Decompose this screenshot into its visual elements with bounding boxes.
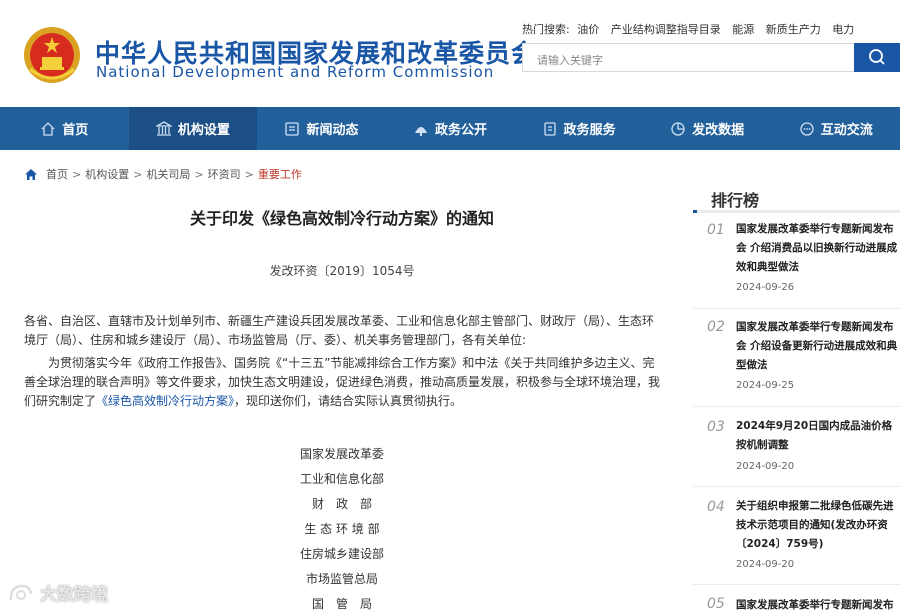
home-icon — [41, 121, 55, 136]
hot-search: 热门搜索: 油价 产业结构调整指导目录 能源 新质生产力 电力 — [522, 21, 862, 37]
attachment-link[interactable]: 《绿色高效制冷行动方案》 — [96, 394, 234, 408]
ranking-title: 排行榜 — [711, 191, 760, 210]
breadcrumb-link[interactable]: 环资司 — [208, 166, 241, 182]
ranking-item-date: 2024-09-20 — [736, 559, 795, 570]
breadcrumb-link[interactable]: 机关司局 — [146, 166, 190, 182]
nav-label: 首页 — [62, 123, 89, 138]
nav-label: 发改数据 — [692, 123, 745, 138]
main-nav: 首页 机构设置 新闻动态 政务公开 政务服务 发改数据 互动交流 — [0, 107, 900, 150]
search-input[interactable]: 请输入关键字 — [522, 43, 855, 72]
nav-item-news[interactable]: 新闻动态 — [257, 107, 386, 150]
home-icon[interactable] — [24, 168, 38, 181]
nav-item-data[interactable]: 发改数据 — [643, 107, 772, 150]
signer: 工业和信息化部 — [299, 472, 384, 486]
ranking-accent — [693, 210, 697, 213]
ranking-item-date: 2024-09-26 — [736, 282, 795, 293]
signer: 国家发展改革委 — [299, 447, 384, 461]
breadcrumb: 首页 > 机构设置 > 机关司局 > 环资司 > 重要工作 — [24, 166, 302, 182]
hot-keyword[interactable]: 新质生产力 — [766, 23, 821, 36]
breadcrumb-separator: > — [194, 167, 204, 181]
ranking-item-date: 2024-09-25 — [736, 380, 795, 391]
article-recipients: 各省、自治区、直辖市及计划单列市、新疆生产建设兵团发展改革委、工业和信息化部主管… — [24, 314, 655, 347]
service-icon — [543, 121, 556, 136]
site-title-en[interactable]: National Development and Reform Commissi… — [96, 63, 494, 81]
national-emblem-icon[interactable] — [22, 25, 82, 85]
nav-item-chat[interactable]: 互动交流 — [771, 107, 900, 150]
ranking-number: 05 — [707, 596, 725, 610]
ranking-item[interactable]: 05 国家发展改革委举行专题新闻发布 — [693, 585, 900, 610]
watermark-logo-icon — [9, 584, 33, 600]
article-title: 关于印发《绿色高效制冷行动方案》的通知 — [189, 209, 494, 228]
breadcrumb-current[interactable]: 重要工作 — [258, 166, 302, 182]
data-icon — [671, 121, 685, 136]
nav-label: 政务公开 — [435, 123, 488, 138]
hot-search-label: 热门搜索: — [522, 23, 570, 36]
nav-label: 新闻动态 — [306, 123, 359, 138]
signer: 国 管 局 — [311, 597, 372, 610]
ranking-item-title[interactable]: 国家发展改革委举行专题新闻发布会 介绍消费品以旧换新行动进展成效和典型做法 — [736, 220, 898, 277]
ranking-number: 02 — [707, 319, 725, 335]
site-header: 中华人民共和国国家发展和改革委员会 National Development a… — [0, 0, 900, 107]
public-affairs-icon — [415, 126, 428, 136]
institution-icon — [155, 120, 172, 136]
ranking-item[interactable]: 04 关于组织申报第二批绿色低碳先进技术示范项目的通知(发改办环资〔2024〕7… — [693, 487, 900, 585]
watermark: 大数跨境 — [8, 580, 108, 605]
ranking-number: 04 — [707, 499, 725, 515]
signer: 财 政 部 — [311, 497, 372, 511]
ranking-item-date: 2024-09-20 — [736, 461, 795, 472]
breadcrumb-link[interactable]: 机构设置 — [85, 166, 129, 182]
breadcrumb-link[interactable]: 首页 — [46, 166, 68, 182]
nav-label: 政务服务 — [563, 123, 616, 138]
nav-item-public-affairs[interactable]: 政务公开 — [386, 107, 515, 150]
ranking-item[interactable]: 01 国家发展改革委举行专题新闻发布会 介绍消费品以旧换新行动进展成效和典型做法… — [693, 214, 900, 309]
ranking-item-title[interactable]: 国家发展改革委举行专题新闻发布会 介绍设备更新行动进展成效和典型做法 — [736, 318, 898, 375]
watermark-text: 大数跨境 — [40, 585, 108, 605]
ranking-item-title[interactable]: 2024年9月20日国内成品油价格按机制调整 — [736, 417, 898, 455]
signers-list: 国家发展改革委 工业和信息化部 财 政 部 生 态 环 境 部 住房城乡建设部 … — [24, 442, 660, 610]
body-text: ，现印送你们，请结合实际认真贯彻执行。 — [234, 394, 463, 408]
hot-keyword[interactable]: 产业结构调整指导目录 — [611, 23, 721, 36]
hot-keyword[interactable]: 能源 — [732, 23, 754, 36]
signer: 生 态 环 境 部 — [304, 522, 380, 536]
document-number: 发改环资〔2019〕1054号 — [269, 264, 415, 278]
ranking-number: 01 — [707, 222, 725, 238]
nav-item-institution[interactable]: 机构设置 — [128, 107, 258, 150]
nav-item-service[interactable]: 政务服务 — [514, 107, 643, 150]
nav-label: 互动交流 — [820, 123, 873, 138]
news-icon — [285, 121, 300, 136]
hot-keyword[interactable]: 油价 — [577, 23, 599, 36]
ranking-item-title[interactable]: 关于组织申报第二批绿色低碳先进技术示范项目的通知(发改办环资〔2024〕759号… — [736, 497, 898, 554]
article-body: 为贯彻落实今年《政府工作报告》、国务院《“十三五”节能减排综合工作方案》和中法《… — [24, 354, 664, 411]
chat-icon — [800, 121, 814, 136]
breadcrumb-separator: > — [244, 167, 254, 181]
ranking-item[interactable]: 02 国家发展改革委举行专题新闻发布会 介绍设备更新行动进展成效和典型做法 20… — [693, 309, 900, 407]
signer: 市场监管总局 — [305, 572, 378, 586]
ranking-item-title[interactable]: 国家发展改革委举行专题新闻发布 — [736, 596, 898, 610]
ranking-item[interactable]: 03 2024年9月20日国内成品油价格按机制调整 2024-09-20 — [693, 407, 900, 487]
ranking-number: 03 — [707, 419, 725, 435]
breadcrumb-separator: > — [133, 167, 143, 181]
nav-item-home[interactable]: 首页 — [0, 107, 129, 150]
search-icon — [869, 49, 885, 65]
search-button[interactable] — [854, 43, 900, 72]
signer: 住房城乡建设部 — [299, 547, 384, 561]
nav-label: 机构设置 — [177, 123, 230, 138]
ranking-divider — [693, 210, 900, 213]
breadcrumb-separator: > — [72, 167, 82, 181]
hot-keyword[interactable]: 电力 — [832, 23, 854, 36]
